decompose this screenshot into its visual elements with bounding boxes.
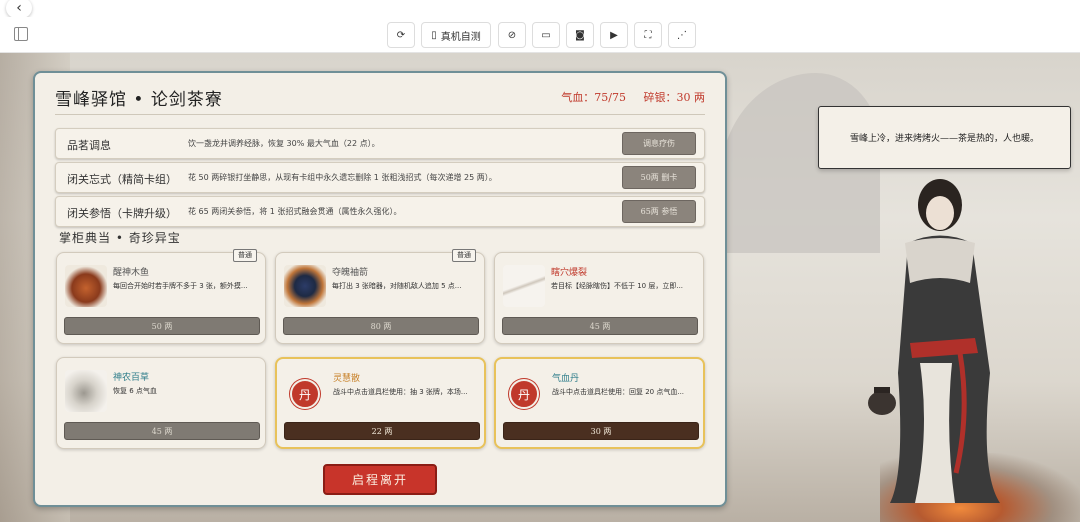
player-stats: 气血：75/75 碎银：30 两 [547,89,705,105]
service-desc: 花 50 两碎银打坐静思，从现有卡组中永久遗忘删除 1 张粗浅招式（每次递增 2… [188,173,497,182]
shop-item-card[interactable]: 瞎穴爆裂 若目标【经脉瞎伤】不低于 10 层，立即... 45 两 [494,252,704,344]
buy-button[interactable]: 45 两 [64,422,260,440]
npc-dialog-bubble: 雪峰上冷，进来烤烤火——茶是热的，人也暖。 [818,106,1071,169]
refresh-button[interactable]: ⟳ [387,22,415,48]
service-desc: 饮一盏龙井调养经脉，恢复 30% 最大气血（22 点）。 [188,139,380,148]
screenshot-button[interactable]: ◙ [566,22,594,48]
camera-icon: ◙ [575,29,585,41]
rest-button[interactable]: 调息疗伤 [622,132,696,155]
record-button[interactable]: ▶ [600,22,628,48]
shop-title: 掌柜典当 • 奇珍异宝 [59,231,181,245]
item-name: 灵慧散 [333,374,361,384]
service-row-remove-card: 闭关忘式（精简卡组） 花 50 两碎银打坐静思，从现有卡组中永久遗忘删除 1 张… [55,162,705,193]
shop-item-card[interactable]: 丹 灵慧散 战斗中点击道具栏使用：抽 3 张牌，本场... 22 两 [275,357,486,449]
service-row-rest: 品茗调息 饮一盏龙井调养经脉，恢复 30% 最大气血（22 点）。 调息疗伤 [55,128,705,159]
item-desc: 每打出 3 张暗器，对随机敌人追加 5 点... [332,282,462,290]
rarity-tag: 普通 [452,249,476,262]
buy-button[interactable]: 22 两 [284,422,480,440]
silver-stat: 碎银：30 两 [643,91,706,104]
item-desc: 恢复 6 点气血 [113,387,157,395]
acupoint-burst-icon [503,265,545,307]
devtools-toolbar: ⟳ ▯ 真机自测 ⊘ ▭ ◙ ▶ ⛶ ⋰ [0,17,1080,53]
buy-button[interactable]: 45 两 [502,317,698,335]
sleeve-arrow-icon [284,265,326,307]
herb-icon [65,370,107,412]
item-desc: 战斗中点击道具栏使用：回复 20 点气血... [552,388,685,396]
fullscreen-icon: ⛶ [644,29,652,41]
service-row-upgrade-card: 闭关参悟（卡牌升级） 花 65 两闭关参悟，将 1 张招式融会贯通（属性永久强化… [55,196,705,227]
top-bar: ‹ [0,0,1080,18]
service-name: 品茗调息 [67,139,111,152]
back-button[interactable]: ‹ [6,0,32,18]
video-icon: ▶ [610,29,618,41]
service-name: 闭关参悟（卡牌升级） [67,207,177,220]
title-divider [55,114,705,115]
pill-icon: 丹 [509,379,539,409]
pill-icon: 丹 [290,379,320,409]
share-button[interactable]: ⋰ [668,22,696,48]
remove-card-button[interactable]: 50两 删卡 [622,166,696,189]
refresh-icon: ⟳ [396,29,406,41]
item-desc: 若目标【经脉瞎伤】不低于 10 层，立即... [551,282,684,290]
item-desc: 每回合开始时若手牌不多于 3 张，额外摸... [113,282,248,290]
service-name: 闭关忘式（精简卡组） [67,173,177,186]
real-device-test-label: 真机自测 [440,31,481,43]
devices-button[interactable]: ▭ [532,22,560,48]
item-name: 气血丹 [552,374,580,384]
page-title: 雪峰驿馆 • 论剑茶寮 [55,90,223,110]
fullscreen-button[interactable]: ⛶ [634,22,662,48]
item-name: 瞎穴爆裂 [551,268,588,278]
hp-stat: 气血：75/75 [561,91,626,104]
item-desc: 战斗中点击道具栏使用：抽 3 张牌，本场... [333,388,468,396]
devices-icon: ▭ [541,29,551,41]
game-scene: 雪峰上冷，进来烤烤火——茶是热的，人也暖。 雪峰驿馆 • 论剑茶寮 气血：75/… [0,53,1080,522]
eye-off-icon: ⊘ [507,29,517,41]
real-device-test-button[interactable]: ▯ 真机自测 [421,22,491,48]
rarity-tag: 普通 [233,249,257,262]
shop-item-card[interactable]: 神农百草 恢复 6 点气血 45 两 [56,357,266,449]
innkeeper-character [868,179,1000,503]
sidebar-toggle-icon[interactable] [14,27,28,41]
item-name: 夺魄袖箭 [332,268,369,278]
buy-button[interactable]: 80 两 [283,317,479,335]
wooden-fish-icon [65,265,107,307]
share-icon: ⋰ [677,29,687,41]
leave-button[interactable]: 启程离开 [323,464,437,495]
hide-button[interactable]: ⊘ [498,22,526,48]
inn-panel: 雪峰驿馆 • 论剑茶寮 气血：75/75 碎银：30 两 品茗调息 饮一盏龙井调… [33,71,727,507]
chevron-left-icon: ‹ [16,0,22,16]
upgrade-card-button[interactable]: 65两 参悟 [622,200,696,223]
shop-item-card[interactable]: 普通 夺魄袖箭 每打出 3 张暗器，对随机敌人追加 5 点... 80 两 [275,249,485,344]
item-name: 醒神木鱼 [113,268,150,278]
item-name: 神农百草 [113,373,150,383]
buy-button[interactable]: 50 两 [64,317,260,335]
service-desc: 花 65 两闭关参悟，将 1 张招式融会贯通（属性永久强化）。 [188,207,402,216]
shop-item-card[interactable]: 丹 气血丹 战斗中点击道具栏使用：回复 20 点气血... 30 两 [494,357,705,449]
phone-icon: ▯ [431,29,437,41]
npc-dialog-text: 雪峰上冷，进来烤烤火——茶是热的，人也暖。 [849,134,1039,144]
buy-button[interactable]: 30 两 [503,422,699,440]
shop-item-card[interactable]: 普通 醒神木鱼 每回合开始时若手牌不多于 3 张，额外摸... 50 两 [56,249,266,344]
